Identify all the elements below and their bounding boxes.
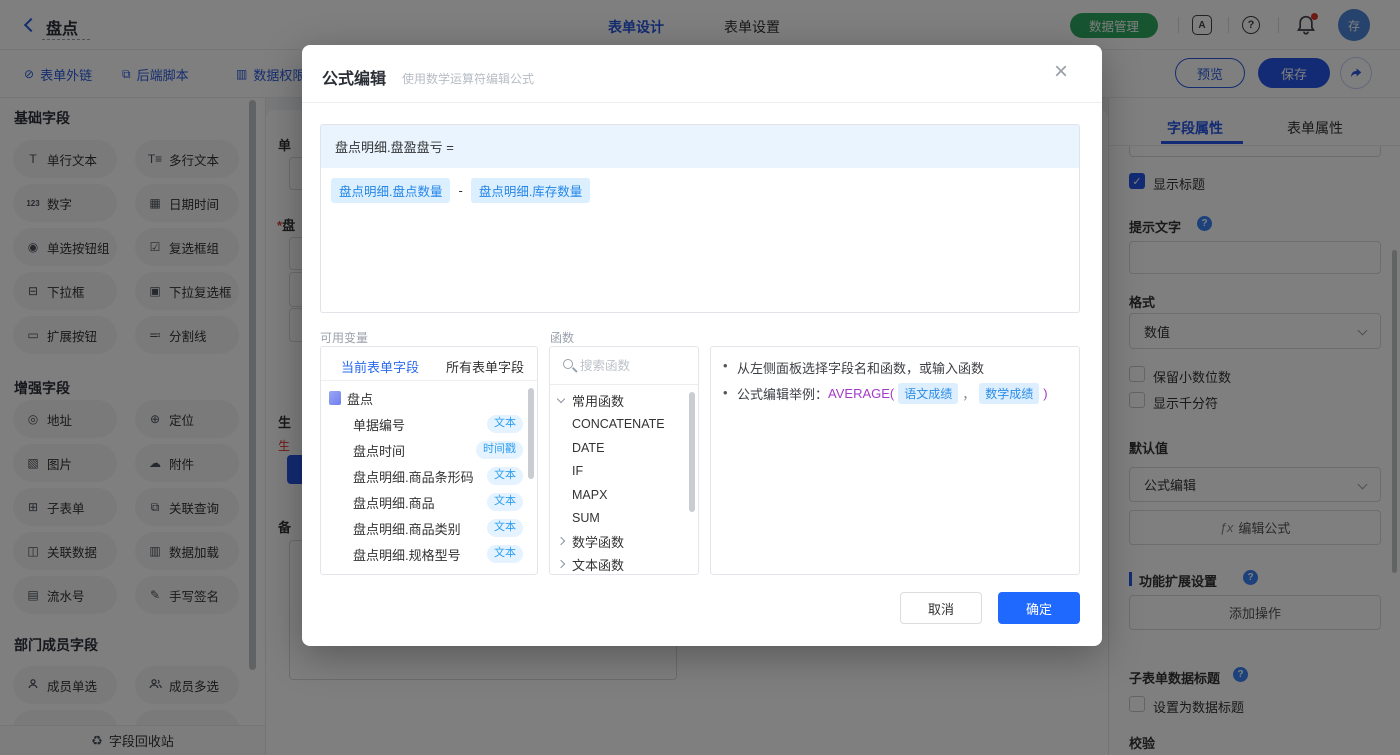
field-type-tag: 文本 [487, 493, 523, 511]
formula-operator: - [458, 183, 463, 198]
vars-label: 可用变量 [320, 331, 369, 345]
field-type-tag: 文本 [487, 415, 523, 433]
close-icon[interactable]: × [1054, 60, 1068, 84]
chevron-right-icon [556, 559, 566, 569]
tree-field[interactable]: 盘点明细.规格型号 文本 [321, 541, 537, 567]
field-type-tag: 文本 [487, 545, 523, 563]
tree-field[interactable]: 盘点时间 时间戳 [321, 437, 537, 463]
modal-title: 公式编辑 [322, 71, 387, 88]
form-file-icon [329, 391, 341, 405]
formula-token[interactable]: 盘点明细.库存数量 [470, 178, 591, 203]
tree-field[interactable]: 盘点明细.商品 文本 [321, 489, 537, 515]
functions-scrollbar[interactable] [689, 392, 695, 512]
chevron-down-icon [556, 394, 566, 404]
functions-panel: 常用函数 CONCATENATE DATE IF MAPX SUM 数学函数 文… [549, 346, 699, 575]
variables-panel: 当前表单字段 所有表单字段 盘点 单据编号 文本 盘点时间 时间戳 盘点明细.商品条… [320, 346, 538, 575]
func-item[interactable]: SUM [550, 506, 698, 530]
tree-field[interactable]: 单据编号 文本 [321, 411, 537, 437]
modal-header: 公式编辑 使用数学运算符编辑公式 × [302, 45, 1102, 103]
tip-line-2: 公式编辑举例： AVERAGE(语文成绩，数学成绩) [737, 383, 1048, 404]
cancel-button[interactable]: 取消 [900, 592, 982, 624]
field-type-tag: 时间戳 [476, 441, 523, 459]
tree-field[interactable]: 盘点明细.商品类别 文本 [321, 515, 537, 541]
chevron-right-icon [556, 536, 566, 546]
modal-subtitle: 使用数学运算符编辑公式 [402, 72, 535, 86]
func-label: 函数 [550, 331, 575, 345]
func-group-math[interactable]: 数学函数 [550, 529, 698, 553]
func-group-text[interactable]: 文本函数 [550, 552, 698, 574]
func-item[interactable]: CONCATENATE [550, 412, 698, 436]
vars-tabs: 当前表单字段 所有表单字段 [321, 347, 537, 381]
tip-line-1: 从左侧面板选择字段名和函数，或输入函数 [737, 361, 985, 376]
func-item[interactable]: MAPX [550, 483, 698, 507]
vars-scrollbar[interactable] [528, 388, 534, 479]
func-item[interactable]: DATE [550, 436, 698, 460]
tab-all-fields[interactable]: 所有表单字段 [446, 357, 524, 376]
screen: 盘点 表单设计 表单设置 数据管理 A ? 存 ⊘表单外链 ⧉后端脚本 ▥数据权… [0, 0, 1400, 755]
search-icon [563, 359, 573, 369]
formula-editor: 盘点明细.盘盈盘亏 = 盘点明细.盘点数量 - 盘点明细.库存数量 [320, 124, 1080, 313]
tree-root[interactable]: 盘点 [321, 385, 537, 411]
tips-panel: • 从左侧面板选择字段名和函数，或输入函数 • 公式编辑举例： AVERAGE(语… [710, 346, 1080, 575]
bullet: • [723, 358, 728, 373]
formula-body[interactable]: 盘点明细.盘点数量 - 盘点明细.库存数量 [321, 168, 1079, 213]
formula-token[interactable]: 盘点明细.盘点数量 [331, 178, 451, 203]
func-group-common[interactable]: 常用函数 [550, 388, 698, 412]
field-type-tag: 文本 [487, 467, 523, 485]
func-item[interactable]: IF [550, 459, 698, 483]
field-type-tag: 文本 [487, 519, 523, 537]
formula-edit-modal: 公式编辑 使用数学运算符编辑公式 × 盘点明细.盘盈盘亏 = 盘点明细.盘点数量… [302, 45, 1102, 646]
ok-button[interactable]: 确定 [998, 592, 1080, 624]
formula-target: 盘点明细.盘盈盘亏 = [321, 125, 1079, 168]
search-input[interactable] [580, 355, 688, 377]
tree-field[interactable]: 盘点明细.商品条形码 文本 [321, 463, 537, 489]
search-row [550, 347, 698, 385]
bullet: • [723, 385, 728, 400]
tab-current-fields[interactable]: 当前表单字段 [341, 357, 419, 376]
